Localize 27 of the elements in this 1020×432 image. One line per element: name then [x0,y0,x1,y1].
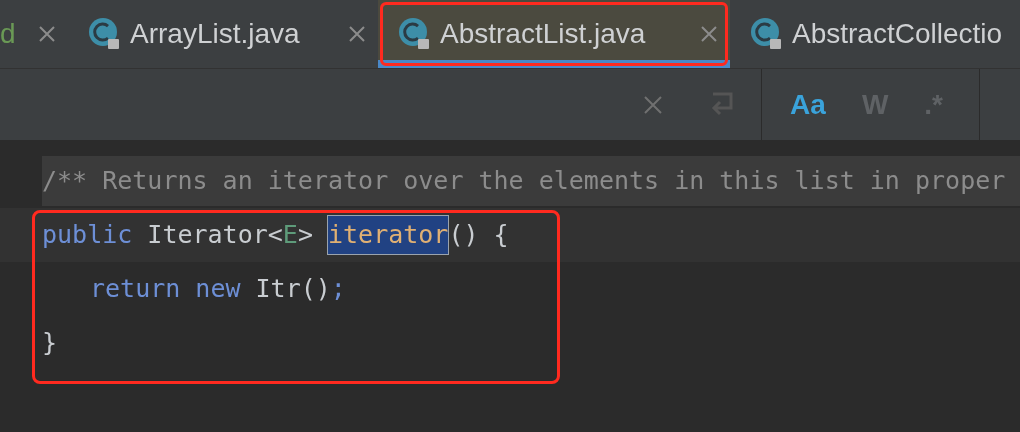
class-icon [750,17,784,51]
tab-label: AbstractCollectio [792,17,1003,51]
doc-comment: /** Returns an iterator over the elements in this list in proper [42,165,1006,198]
close-icon[interactable] [38,25,56,43]
code-token: return new [90,273,241,306]
find-option-toggle[interactable]: Aa [790,83,826,126]
code-token: E [282,219,298,252]
code-token: () { [448,219,509,252]
tab-label: ArrayList.java [130,17,300,51]
class-icon [88,17,122,51]
code-token: ; [330,273,346,306]
code-token: iterator [328,216,449,254]
close-icon[interactable] [348,25,366,43]
code-token: public [42,219,133,252]
tab-label: d [0,17,16,51]
code-token: Iterator< [146,219,283,252]
editor-tab[interactable]: d [0,0,68,68]
tab-label: AbstractList.java [440,17,646,51]
editor-tab[interactable]: ArrayList.java [68,0,378,68]
code-token: Itr() [254,273,331,306]
editor-tab[interactable]: AbstractList.java [378,0,730,68]
class-icon [398,17,432,51]
close-icon[interactable] [643,94,664,115]
close-icon[interactable] [700,25,718,43]
editor-tab[interactable]: AbstractCollectio [730,0,1020,68]
code-token: > [297,219,314,252]
code-token: } [42,327,58,360]
